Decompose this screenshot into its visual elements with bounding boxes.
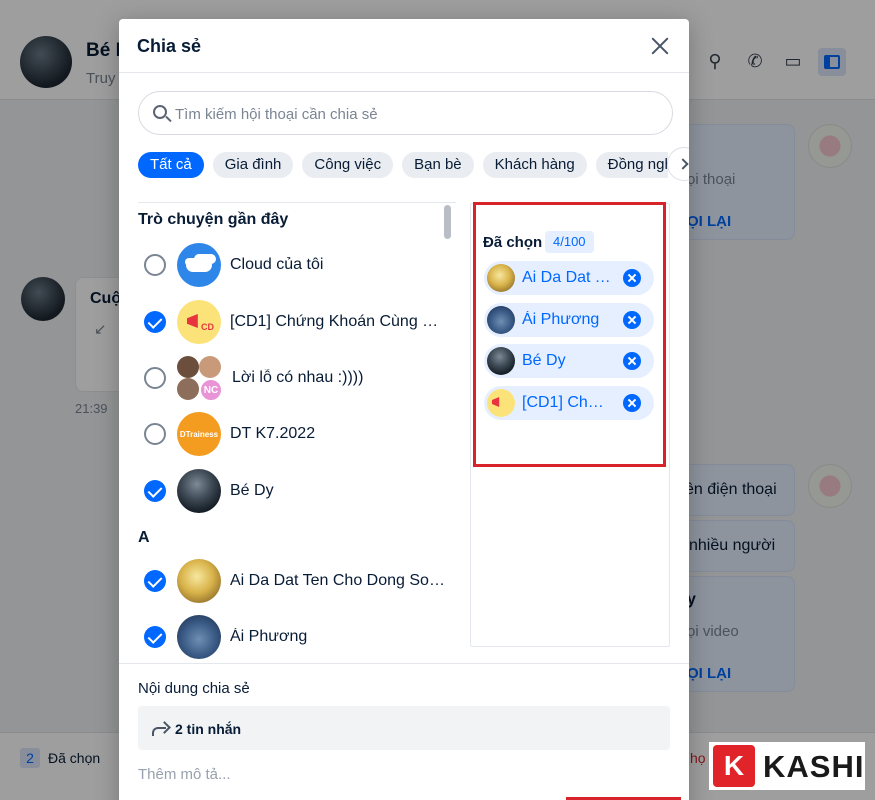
dialog-header: Chia sẻ <box>119 19 689 73</box>
cloud-avatar <box>177 243 221 287</box>
conversation-name: Cloud của tôi <box>230 256 324 273</box>
group-member-avatar <box>199 356 221 378</box>
conversation-row[interactable]: Ái Phương <box>119 609 449 663</box>
conversation-name: Ai Da Dat Ten Cho Dong Song ... <box>230 572 448 589</box>
select-radio-checked[interactable] <box>144 480 166 502</box>
filter-chip-work[interactable]: Công việc <box>302 152 394 178</box>
filter-chip-all[interactable]: Tất cả <box>138 152 204 178</box>
share-content-box: 2 tin nhắn <box>138 706 670 750</box>
divider <box>119 663 689 664</box>
filter-chip-friends[interactable]: Bạn bè <box>402 152 474 178</box>
share-content-title: Nội dung chia sẻ <box>138 680 250 697</box>
select-radio-checked[interactable] <box>144 626 166 648</box>
conversation-list[interactable]: Trò chuyện gần đây Cloud của tôi [CD1] C… <box>119 203 457 663</box>
filter-chip-colleagues[interactable]: Đồng nghiệp <box>595 152 668 178</box>
group-member-avatar <box>177 378 199 400</box>
group-member-badge: NC <box>199 378 223 402</box>
search-icon <box>153 105 167 119</box>
dialog-title: Chia sẻ <box>137 36 202 56</box>
select-radio-checked[interactable] <box>144 570 166 592</box>
recent-section-title: Trò chuyện gần đây <box>138 211 289 228</box>
conversation-name: Bé Dy <box>230 482 274 499</box>
dtrainee-avatar: DTrainess <box>177 412 221 456</box>
share-dialog: Chia sẻ Tất cả Gia đình Công việc Bạn bè Khá… <box>119 19 689 800</box>
conversation-row[interactable]: Bé Dy <box>119 463 449 519</box>
search-input[interactable] <box>175 103 655 125</box>
megaphone-avatar <box>177 300 221 344</box>
conversation-name: [CD1] Chứng Khoán Cùng NMT <box>230 313 448 330</box>
conversation-row[interactable]: [CD1] Chứng Khoán Cùng NMT <box>119 294 449 350</box>
close-icon[interactable] <box>649 35 671 57</box>
filter-chip-family[interactable]: Gia đình <box>212 152 294 178</box>
select-radio[interactable] <box>144 367 166 389</box>
conversation-row[interactable]: NC Lời lỗ có nhau :)))) <box>119 350 449 406</box>
search-box[interactable] <box>138 91 673 135</box>
conversation-row[interactable]: DTrainess DT K7.2022 <box>119 406 449 462</box>
alpha-section-title: A <box>138 529 150 546</box>
share-content-text: 2 tin nhắn <box>175 721 242 737</box>
conversation-name: Ái Phương <box>230 628 308 645</box>
person-avatar <box>177 469 221 513</box>
group-member-avatar <box>177 356 199 378</box>
logo-text: KASHI <box>763 749 865 784</box>
conversation-row[interactable]: Cloud của tôi <box>119 237 449 293</box>
logo-letter: K <box>713 745 755 787</box>
yellow-avatar <box>177 559 221 603</box>
chevron-right-icon[interactable] <box>667 147 689 181</box>
conversation-name: Lời lỗ có nhau :)))) <box>232 369 364 386</box>
filter-chip-customers[interactable]: Khách hàng <box>482 152 587 178</box>
highlight-annotation <box>473 202 666 467</box>
description-input[interactable] <box>138 763 668 785</box>
select-radio[interactable] <box>144 423 166 445</box>
conversation-name: DT K7.2022 <box>230 425 316 442</box>
select-radio[interactable] <box>144 254 166 276</box>
group-avatar: NC <box>177 356 223 402</box>
conversation-row[interactable]: Ai Da Dat Ten Cho Dong Song ... <box>119 553 449 609</box>
list-scrollbar[interactable] <box>444 205 451 239</box>
filter-tabs: Tất cả Gia đình Công việc Bạn bè Khách hàng Đ… <box>138 152 668 180</box>
forward-icon <box>152 720 168 736</box>
select-radio-checked[interactable] <box>144 311 166 333</box>
kashi-logo: K KASHI <box>709 742 865 790</box>
anime-avatar <box>177 615 221 659</box>
